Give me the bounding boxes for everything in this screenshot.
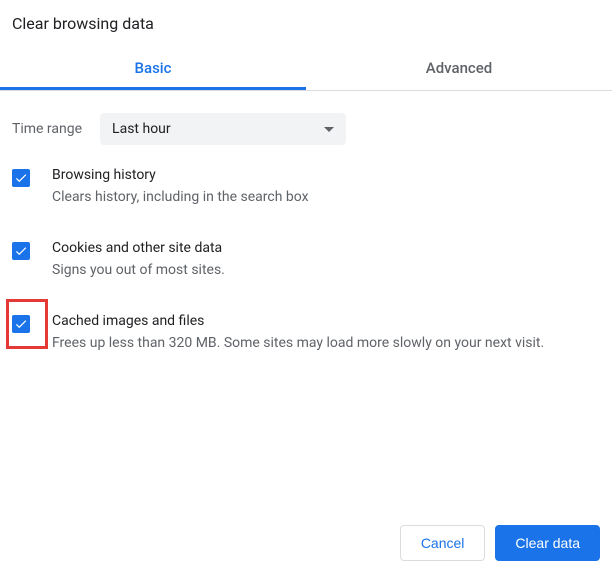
option-text: Browsing history Clears history, includi… [52,167,600,208]
tabs: Basic Advanced [0,47,612,91]
option-desc: Signs you out of most sites. [52,260,600,281]
option-cookies: Cookies and other site data Signs you ou… [12,240,600,281]
check-icon [14,171,28,185]
tab-advanced[interactable]: Advanced [306,47,612,90]
option-text: Cookies and other site data Signs you ou… [52,240,600,281]
option-text: Cached images and files Frees up less th… [52,313,600,354]
time-range-dropdown[interactable]: Last hour [100,113,346,145]
tab-basic[interactable]: Basic [0,47,306,90]
chevron-down-icon [324,127,334,132]
option-desc: Frees up less than 320 MB. Some sites ma… [52,333,600,354]
option-browsing-history: Browsing history Clears history, includi… [12,167,600,208]
checkbox-browsing-history[interactable] [12,169,30,187]
check-icon [14,317,28,331]
time-range-row: Time range Last hour [0,91,612,167]
time-range-selected: Last hour [112,121,171,137]
time-range-label: Time range [12,121,82,137]
clear-data-button[interactable]: Clear data [495,525,600,561]
option-desc: Clears history, including in the search … [52,187,600,208]
option-title: Browsing history [52,167,600,183]
cancel-button[interactable]: Cancel [400,525,486,561]
option-title: Cookies and other site data [52,240,600,256]
option-cache: Cached images and files Frees up less th… [12,313,600,354]
checkbox-cache[interactable] [12,315,30,333]
dialog-footer: Cancel Clear data [400,525,600,561]
check-icon [14,244,28,258]
dialog-title: Clear browsing data [0,0,612,47]
checkbox-cookies[interactable] [12,242,30,260]
options-list: Browsing history Clears history, includi… [0,167,612,354]
option-title: Cached images and files [52,313,600,329]
